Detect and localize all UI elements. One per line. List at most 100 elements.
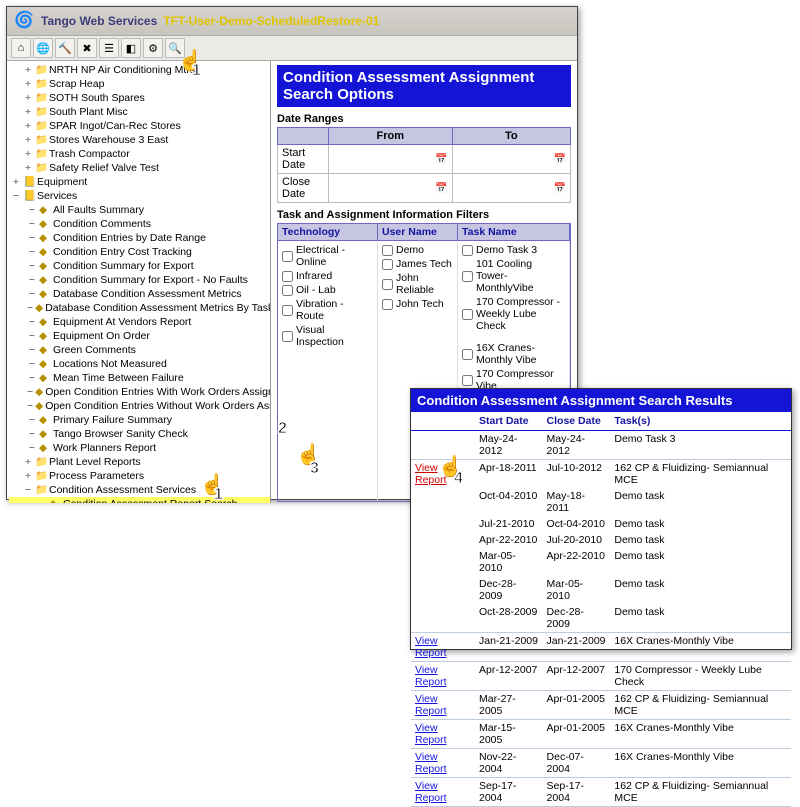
tree-item[interactable]: −◆Locations Not Measured bbox=[9, 357, 270, 371]
tree-item[interactable]: −◆Primary Failure Summary bbox=[9, 413, 270, 427]
tree-item[interactable]: +📁SOTH South Spares bbox=[9, 91, 270, 105]
expand-icon[interactable]: − bbox=[27, 343, 37, 357]
filter-checkbox[interactable]: Oil - Lab bbox=[282, 284, 373, 296]
toolbar-globe-icon[interactable]: 🌐 bbox=[33, 38, 53, 58]
tree-item[interactable]: +📁Stores Warehouse 3 East bbox=[9, 133, 270, 147]
tree-item[interactable]: −◆Condition Summary for Export bbox=[9, 259, 270, 273]
expand-icon[interactable]: − bbox=[27, 413, 37, 427]
filter-checkbox[interactable]: John Reliable bbox=[382, 272, 453, 296]
calendar-icon[interactable]: 📅 bbox=[435, 154, 447, 165]
expand-icon[interactable]: − bbox=[27, 427, 37, 441]
toolbar-home-icon[interactable]: ⌂ bbox=[11, 38, 31, 58]
expand-icon[interactable]: − bbox=[27, 441, 37, 455]
close-to-input[interactable] bbox=[457, 180, 534, 197]
toolbar-hammer-icon[interactable]: 🔨 bbox=[55, 38, 75, 58]
expand-icon[interactable]: − bbox=[37, 497, 47, 503]
tree-item[interactable]: −◆Mean Time Between Failure bbox=[9, 371, 270, 385]
tree-item[interactable]: −◆Open Condition Entries Without Work Or… bbox=[9, 399, 270, 413]
start-to-input[interactable] bbox=[457, 151, 534, 168]
expand-icon[interactable]: − bbox=[27, 399, 33, 413]
view-report-link[interactable]: View Report bbox=[415, 693, 447, 717]
tree-item[interactable]: +📁NRTH NP Air Conditioning Mtrs bbox=[9, 63, 270, 77]
filter-checkbox[interactable]: 101 Cooling Tower- MonthlyVibe bbox=[462, 258, 565, 294]
tree-item[interactable]: −◆Tango Browser Sanity Check bbox=[9, 427, 270, 441]
filter-checkbox[interactable]: Vibration - Route bbox=[282, 298, 373, 322]
expand-icon[interactable]: − bbox=[27, 385, 33, 399]
view-report-link[interactable]: View Report bbox=[415, 462, 447, 486]
view-report-link[interactable]: View Report bbox=[415, 635, 447, 659]
expand-icon[interactable]: + bbox=[23, 161, 33, 175]
view-report-link[interactable]: View Report bbox=[415, 751, 447, 775]
expand-icon[interactable]: − bbox=[27, 203, 37, 217]
expand-icon[interactable]: − bbox=[27, 357, 37, 371]
expand-icon[interactable]: − bbox=[27, 273, 37, 287]
toolbar-wrench-icon[interactable]: ✖ bbox=[77, 38, 97, 58]
tree-item[interactable]: +📁Plant Level Reports bbox=[9, 455, 270, 469]
toolbar-cal-icon[interactable]: ◧ bbox=[121, 38, 141, 58]
tree-item[interactable]: −◆Condition Entry Cost Tracking bbox=[9, 245, 270, 259]
expand-icon[interactable]: + bbox=[23, 469, 33, 483]
tree-item[interactable]: −◆Condition Assessment Report Search bbox=[9, 497, 270, 503]
expand-icon[interactable]: − bbox=[27, 329, 37, 343]
expand-icon[interactable]: − bbox=[27, 259, 37, 273]
filter-checkbox[interactable]: Demo bbox=[382, 244, 453, 256]
view-report-link[interactable]: View Report bbox=[415, 664, 447, 688]
expand-icon[interactable]: + bbox=[23, 91, 33, 105]
expand-icon[interactable]: − bbox=[27, 245, 37, 259]
tree-item[interactable]: −◆All Faults Summary bbox=[9, 203, 270, 217]
tree-item[interactable]: −📒Services bbox=[9, 189, 270, 203]
toolbar-search-icon[interactable]: 🔍 bbox=[165, 38, 185, 58]
start-from-input[interactable] bbox=[333, 151, 413, 168]
expand-icon[interactable]: − bbox=[27, 301, 33, 315]
tree-item[interactable]: +📁Trash Compactor bbox=[9, 147, 270, 161]
expand-icon[interactable]: − bbox=[27, 217, 37, 231]
filter-checkbox[interactable]: 170 Compressor - Weekly Lube Check bbox=[462, 296, 565, 332]
expand-icon[interactable]: − bbox=[27, 371, 37, 385]
filter-checkbox[interactable]: 16X Cranes-Monthly Vibe bbox=[462, 342, 565, 366]
calendar-icon[interactable]: 📅 bbox=[554, 183, 566, 194]
expand-icon[interactable]: + bbox=[23, 455, 33, 469]
tree-item[interactable]: −◆Work Planners Report bbox=[9, 441, 270, 455]
expand-icon[interactable]: + bbox=[23, 147, 33, 161]
filter-checkbox[interactable]: Electrical - Online bbox=[282, 244, 373, 268]
tree-item[interactable]: −◆Green Comments bbox=[9, 343, 270, 357]
expand-icon[interactable]: − bbox=[23, 483, 33, 497]
expand-icon[interactable]: + bbox=[23, 63, 33, 77]
tree-item[interactable]: +📁Scrap Heap bbox=[9, 77, 270, 91]
tree-item[interactable]: −◆Condition Entries by Date Range bbox=[9, 231, 270, 245]
tree-item[interactable]: +📁Safety Relief Valve Test bbox=[9, 161, 270, 175]
tree-item[interactable]: −◆Database Condition Assessment Metrics … bbox=[9, 301, 270, 315]
tree-item[interactable]: −📁Condition Assessment Services bbox=[9, 483, 270, 497]
expand-icon[interactable]: − bbox=[27, 231, 37, 245]
tree-item[interactable]: −◆Condition Comments bbox=[9, 217, 270, 231]
expand-icon[interactable]: + bbox=[23, 133, 33, 147]
tree-item[interactable]: −◆Open Condition Entries With Work Order… bbox=[9, 385, 270, 399]
expand-icon[interactable]: − bbox=[11, 189, 21, 203]
toolbar-gear-icon[interactable]: ⚙ bbox=[143, 38, 163, 58]
tree-item[interactable]: −◆Database Condition Assessment Metrics bbox=[9, 287, 270, 301]
tree-item[interactable]: +📁SPAR Ingot/Can-Rec Stores bbox=[9, 119, 270, 133]
tree-item[interactable]: −◆Equipment At Vendors Report bbox=[9, 315, 270, 329]
expand-icon[interactable]: + bbox=[23, 105, 33, 119]
calendar-icon[interactable]: 📅 bbox=[554, 154, 566, 165]
expand-icon[interactable]: − bbox=[27, 287, 37, 301]
nav-tree[interactable]: +📁NRTH NP Air Conditioning Mtrs+📁Scrap H… bbox=[7, 61, 271, 503]
view-report-link[interactable]: View Report bbox=[415, 722, 447, 746]
calendar-icon[interactable]: 📅 bbox=[435, 183, 447, 194]
close-from-input[interactable] bbox=[333, 180, 413, 197]
tree-item[interactable]: −◆Equipment On Order bbox=[9, 329, 270, 343]
tree-item[interactable]: +📒Equipment bbox=[9, 175, 270, 189]
tree-item[interactable]: −◆Condition Summary for Export - No Faul… bbox=[9, 273, 270, 287]
filter-checkbox[interactable]: Infrared bbox=[282, 270, 373, 282]
view-report-link[interactable]: View Report bbox=[415, 780, 447, 804]
filter-checkbox[interactable]: Visual Inspection bbox=[282, 324, 373, 348]
tree-item[interactable]: +📁Process Parameters bbox=[9, 469, 270, 483]
toolbar-form-icon[interactable]: ☰ bbox=[99, 38, 119, 58]
filter-checkbox[interactable]: Demo Task 3 bbox=[462, 244, 565, 256]
filter-checkbox[interactable]: John Tech bbox=[382, 298, 453, 310]
tree-item[interactable]: +📁South Plant Misc bbox=[9, 105, 270, 119]
expand-icon[interactable]: − bbox=[27, 315, 37, 329]
filter-checkbox[interactable]: James Tech bbox=[382, 258, 453, 270]
expand-icon[interactable]: + bbox=[23, 77, 33, 91]
expand-icon[interactable]: + bbox=[11, 175, 21, 189]
